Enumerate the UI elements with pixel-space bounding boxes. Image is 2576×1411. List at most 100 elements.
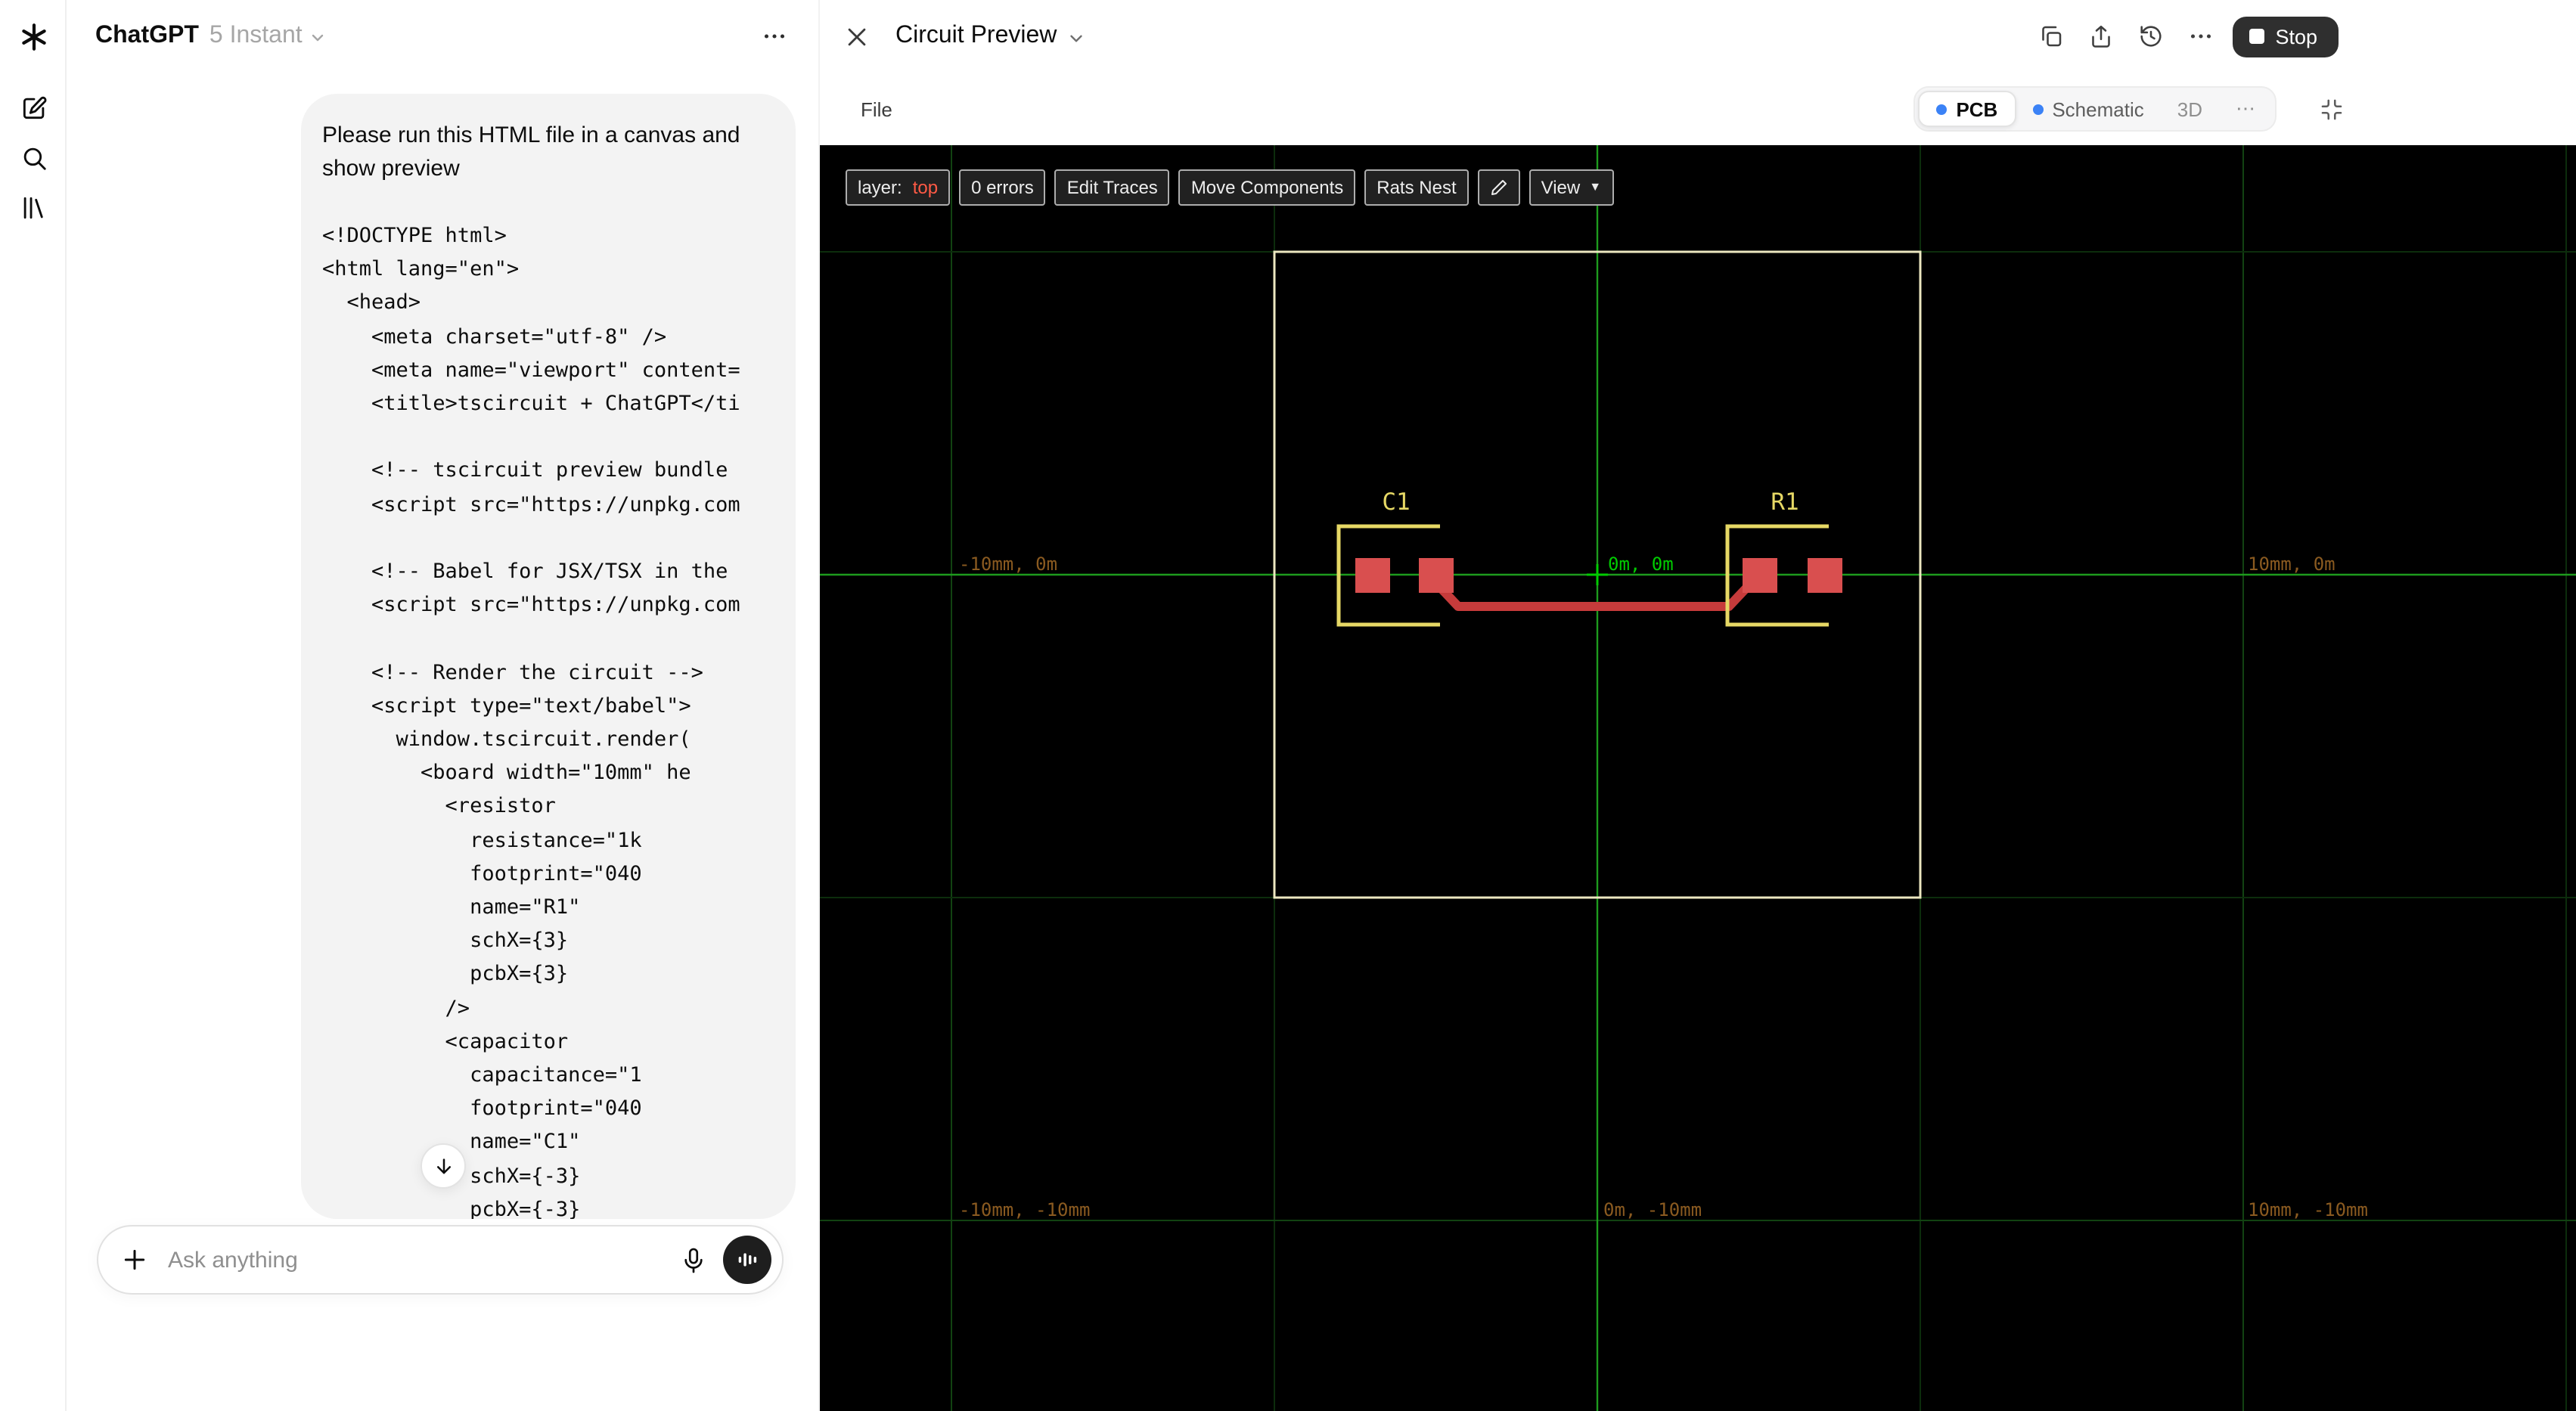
tab-pcb-label: PCB [1956,98,1998,120]
search-icon[interactable] [15,139,51,175]
tab-more[interactable]: ⋯ [2219,91,2272,127]
canvas-panel: Circuit Preview Stop File PCB Schematic … [818,0,2576,1411]
new-chat-icon[interactable] [15,89,51,126]
c1-refdes: C1 [1382,488,1410,516]
code-line: /> [322,996,470,1021]
errors-button[interactable]: 0 errors [959,169,1046,206]
grid-label-bottom-left: -10mm, -10mm [959,1199,1090,1220]
share-icon[interactable] [2087,23,2115,50]
pcb-drawing: C1 R1 -10mm, 0m 10mm, 0m 0m, 0m -10mm, -… [820,145,2576,1411]
code-line: <meta charset="utf-8" /> [322,324,667,349]
code-line: <!-- Babel for JSX/TSX in the [322,560,728,585]
code-line: <!-- tscircuit preview bundle [322,458,728,483]
close-icon[interactable] [844,23,870,49]
code-line: <title>tscircuit + ChatGPT</ti [322,392,740,417]
pcb-canvas[interactable]: C1 R1 -10mm, 0m 10mm, 0m 0m, 0m -10mm, -… [820,145,2576,1411]
caret-down-icon: ▼ [1589,180,1602,194]
schematic-dot-icon [2032,104,2044,114]
c1-pad-2[interactable] [1419,558,1454,593]
r1-pad-1[interactable] [1743,558,1777,593]
code-line: <board width="10mm" he [322,761,691,786]
view-mode-tabs: PCB Schematic 3D ⋯ [1913,86,2277,132]
code-line: <!-- Render the circuit --> [322,660,703,685]
tab-3d-label: 3D [2177,98,2202,120]
move-components-button[interactable]: Move Components [1178,169,1356,206]
grid-label-right: 10mm, 0m [2248,554,2335,575]
tab-schematic[interactable]: Schematic [2016,91,2160,127]
code-line: pcbX={3} [322,962,569,987]
chat-header: ChatGPT 5 Instant [67,0,818,73]
model-selector[interactable]: 5 Instant [199,23,327,50]
code-block: <!DOCTYPE html> <html lang="en"> <head> <… [322,219,774,1219]
code-line: <head> [322,290,421,315]
grid-label-bottom-right: 10mm, -10mm [2248,1199,2368,1220]
layer-selector[interactable]: layer: top [846,169,951,206]
stop-button[interactable]: Stop [2233,16,2339,57]
rats-nest-button[interactable]: Rats Nest [1364,169,1469,206]
tab-3d[interactable]: 3D [2161,91,2219,127]
view-dropdown[interactable]: View ▼ [1529,169,1614,206]
code-line: capacitance="1 [322,1063,642,1088]
pencil-icon[interactable] [1477,169,1520,206]
layer-value: top [912,177,939,198]
model-name: 5 Instant [209,23,303,48]
chatgpt-logo-icon[interactable] [15,18,51,54]
code-line: <script type="text/babel"> [322,693,691,718]
grid-label-bottom-center: 0m, -10mm [1603,1199,1702,1220]
c1-pad-1[interactable] [1355,558,1390,593]
stop-icon [2249,29,2265,44]
library-icon[interactable] [15,189,51,225]
code-line: schX={-3} [470,1164,581,1189]
mic-icon[interactable] [679,1245,708,1274]
grid-label-left: -10mm, 0m [959,554,1057,575]
chat-input[interactable] [165,1245,679,1274]
component-r1[interactable]: R1 [1725,488,1842,627]
user-message-bubble: Please run this HTML file in a canvas an… [301,94,796,1219]
edit-traces-button[interactable]: Edit Traces [1054,169,1170,206]
chevron-down-icon[interactable] [1066,28,1085,48]
code-line: resistance="1k [322,828,642,853]
fullscreen-icon[interactable] [2319,96,2345,122]
grid-labels: -10mm, 0m 10mm, 0m 0m, 0m -10mm, -10mm 0… [959,554,2368,1220]
code-line: footprint="040 [322,861,642,886]
more-options-icon[interactable] [761,23,788,50]
chevron-down-icon [309,29,327,47]
grid-lines [820,145,2576,1411]
r1-pad-2[interactable] [1808,558,1842,593]
chat-panel: ChatGPT 5 Instant Please run this HTML f… [67,0,818,1411]
code-line: <!DOCTYPE html> [322,224,507,248]
file-menu[interactable]: File [861,98,892,120]
layer-label: layer: [858,177,902,198]
tab-pcb[interactable]: PCB [1918,91,2016,127]
canvas-header: Circuit Preview Stop [820,0,2576,73]
origin-crosshair-icon [1587,564,1608,585]
view-label: View [1541,177,1581,198]
tab-schematic-label: Schematic [2052,98,2144,120]
voice-mode-button[interactable] [723,1236,771,1284]
code-line: <capacitor [322,1029,569,1054]
code-line: <script src="https://unpkg.com [322,593,740,618]
app-root: ChatGPT 5 Instant Please run this HTML f… [0,0,2576,1411]
copy-icon[interactable] [2038,23,2065,50]
grid-label-origin: 0m, 0m [1608,554,1674,575]
pcb-toolbar: layer: top 0 errors Edit Traces Move Com… [846,169,1614,206]
canvas-title: Circuit Preview [895,23,1057,48]
code-line: <html lang="en"> [322,257,520,282]
canvas-menubar: File PCB Schematic 3D ⋯ [820,73,2576,145]
plus-icon[interactable] [119,1245,150,1275]
code-line: <meta name="viewport" content= [322,358,740,383]
composer [97,1225,784,1295]
voice-waveform-icon [735,1248,759,1272]
code-line: <script src="https://unpkg.com [322,492,740,517]
code-line: schX={3} [322,929,569,954]
history-icon[interactable] [2137,23,2165,50]
r1-refdes: R1 [1771,488,1799,516]
more-options-icon[interactable] [2187,23,2214,50]
scroll-to-bottom-button[interactable] [421,1143,466,1189]
component-c1[interactable]: C1 [1336,488,1454,627]
code-line: window.tscircuit.render( [322,727,691,752]
trace-c1-r1[interactable] [1428,575,1759,611]
